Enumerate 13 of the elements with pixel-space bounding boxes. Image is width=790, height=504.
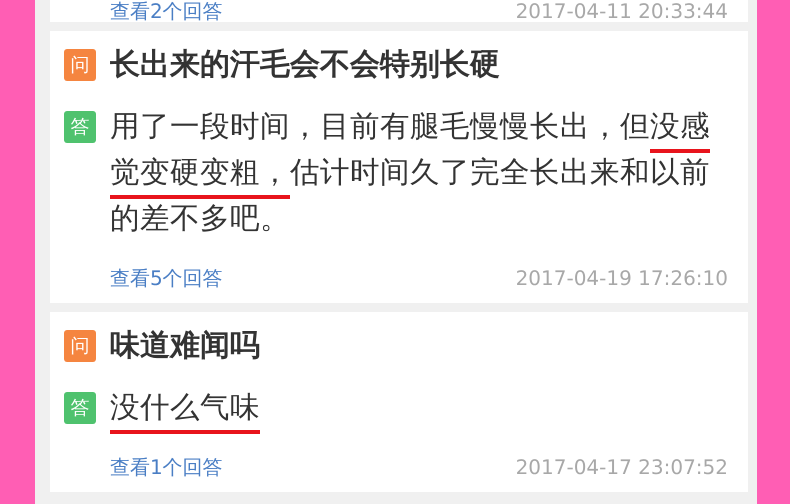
view-answers-link[interactable]: 查看5个回答	[110, 263, 223, 293]
timestamp: 2017-04-11 20:33:44	[516, 0, 728, 22]
timestamp: 2017-04-17 23:07:52	[516, 454, 728, 481]
question-badge: 问	[64, 49, 96, 81]
view-answers-link[interactable]: 查看1个回答	[110, 452, 223, 482]
answer-badge: 答	[64, 111, 96, 143]
question-badge: 问	[64, 330, 96, 362]
answer-text: 用了一段时间，目前有腿毛慢慢长出，但没感觉变硬变粗，估计时间久了完全长出来和以前的差不多吧。	[110, 108, 711, 237]
question-title: 味道难闻吗	[110, 328, 260, 364]
timestamp: 2017-04-19 17:26:10	[516, 265, 728, 292]
question-title: 长出来的汗毛会不会特别长硬	[110, 47, 500, 83]
view-answers-link[interactable]: 查看2个回答	[110, 0, 223, 22]
answer-badge: 答	[64, 392, 96, 424]
